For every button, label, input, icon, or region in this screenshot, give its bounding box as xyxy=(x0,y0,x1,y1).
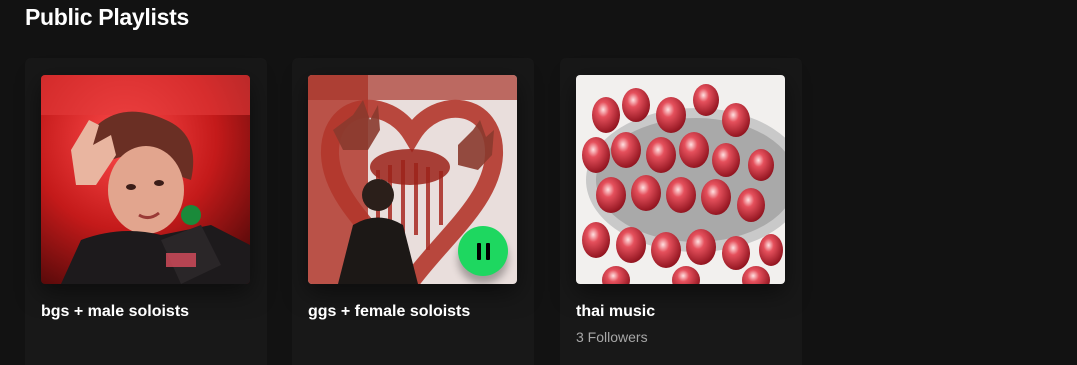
playlist-card[interactable]: bgs + male soloists xyxy=(25,58,267,365)
public-playlists-section: Public Playlists bgs + male soloists ggs… xyxy=(0,0,1077,365)
pomegranate-seeds-image xyxy=(576,75,785,284)
section-title[interactable]: Public Playlists xyxy=(25,4,189,31)
playlist-title[interactable]: thai music xyxy=(576,303,655,321)
playlist-card[interactable]: ggs + female soloists xyxy=(292,58,534,365)
playlist-title[interactable]: ggs + female soloists xyxy=(308,303,470,321)
red-tinted-portrait-image xyxy=(41,75,250,284)
pause-icon xyxy=(476,242,490,260)
playlist-cover-image xyxy=(41,75,250,284)
pause-button[interactable] xyxy=(458,226,508,276)
playlist-followers: 3 Followers xyxy=(576,329,648,345)
playlist-title[interactable]: bgs + male soloists xyxy=(41,303,189,321)
playlist-cover-image xyxy=(576,75,785,284)
playlist-card[interactable]: thai music 3 Followers xyxy=(560,58,802,365)
